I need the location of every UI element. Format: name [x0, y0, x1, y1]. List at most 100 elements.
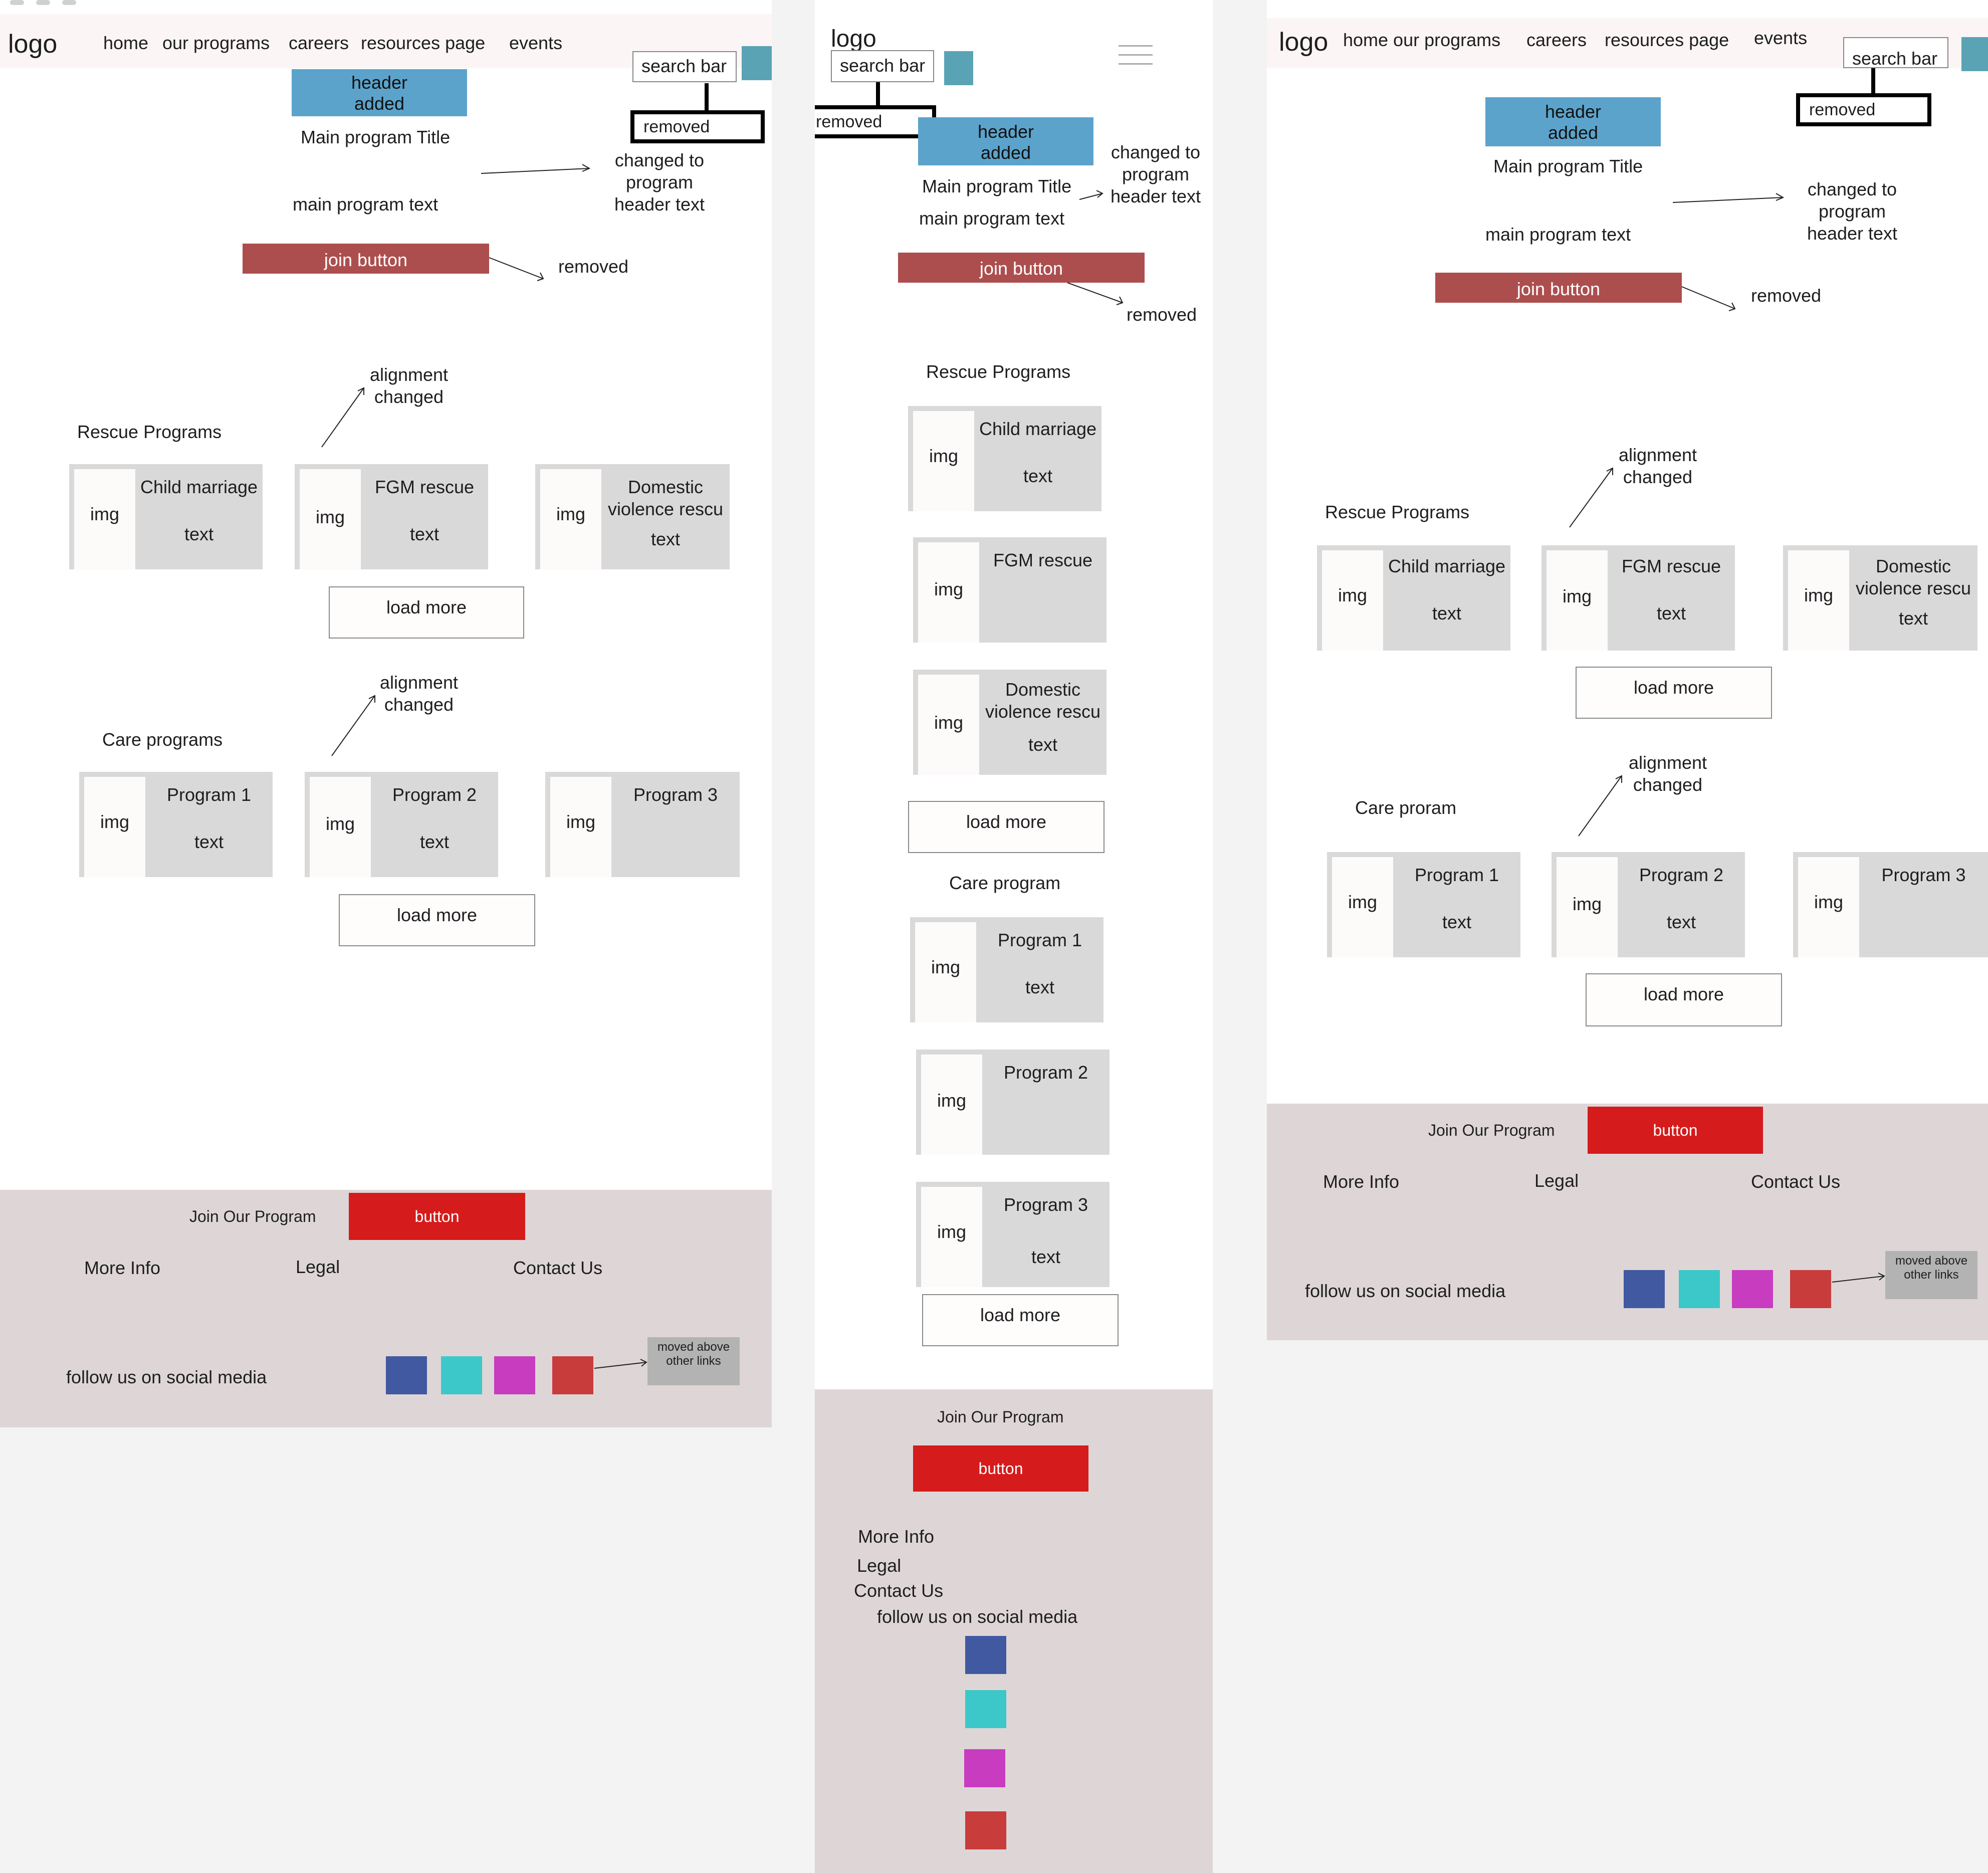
instagram-icon[interactable] — [1732, 1270, 1773, 1308]
search-button[interactable] — [742, 46, 772, 80]
tablet-rescue-load-more[interactable]: load more — [1576, 667, 1772, 719]
card-title: Domestic violence rescu — [1855, 556, 1971, 598]
card-text: text — [1028, 734, 1058, 755]
menu-line — [1119, 45, 1153, 47]
rescue-load-more-button[interactable]: load more — [329, 586, 524, 639]
tablet-nav-home-programs[interactable]: home our programs — [1343, 30, 1500, 50]
tablet-contact-link[interactable]: Contact Us — [1751, 1172, 1840, 1192]
card-text: text — [1898, 608, 1928, 629]
mobile-contact-link[interactable]: Contact Us — [854, 1581, 943, 1601]
card-img-label: img — [937, 1090, 966, 1111]
tablet-nav-events[interactable]: events — [1754, 28, 1807, 48]
tablet-care-card[interactable]: img Program 2 text — [1552, 852, 1745, 957]
window-dot — [10, 0, 24, 5]
mobile-search-button[interactable] — [944, 51, 973, 85]
twitter-icon[interactable] — [1679, 1270, 1720, 1308]
card-text: text — [194, 831, 224, 852]
facebook-icon[interactable] — [386, 1356, 427, 1394]
card-img-label: img — [934, 579, 963, 599]
tablet-join-button[interactable]: join button — [1435, 273, 1682, 303]
logo[interactable]: logo — [8, 30, 57, 59]
changed-annotation: changed to program header text — [614, 150, 705, 215]
tablet-care-load-more[interactable]: load more — [1586, 973, 1782, 1026]
menu-line — [1119, 63, 1153, 65]
mobile-footer-join-label: Join Our Program — [937, 1408, 1064, 1426]
footer-legal-link[interactable]: Legal — [296, 1257, 340, 1277]
removed-join-annotation: removed — [558, 256, 629, 277]
nav-resources-link[interactable]: resources page — [361, 33, 485, 53]
nav-events-link[interactable]: events — [509, 33, 562, 53]
instagram-icon[interactable] — [964, 1749, 1005, 1787]
tablet-nav-resources[interactable]: resources page — [1605, 30, 1729, 50]
menu-icon[interactable] — [1119, 45, 1153, 67]
mobile-rescue-card[interactable]: img FGM rescue — [913, 537, 1107, 643]
changed-arrow — [481, 168, 590, 174]
tablet-care-heading: Care proram — [1355, 797, 1457, 818]
search-bar[interactable]: search bar — [632, 51, 737, 82]
window-dot — [36, 0, 50, 5]
nav-our-programs-link[interactable]: our programs — [162, 33, 270, 53]
main-program-title: Main program Title — [301, 127, 451, 147]
nav-careers-link[interactable]: careers — [289, 33, 349, 53]
mobile-rescue-card[interactable]: img Child marriage text — [908, 406, 1101, 511]
card-img-label: img — [1562, 586, 1592, 606]
footer-more-info-link[interactable]: More Info — [84, 1258, 160, 1278]
youtube-icon[interactable] — [965, 1811, 1006, 1849]
mobile-legal-link[interactable]: Legal — [857, 1556, 901, 1576]
rescue-card[interactable]: img FGM rescue text — [295, 464, 488, 569]
rescue-card[interactable]: img Child marriage text — [69, 464, 263, 569]
tablet-care-card[interactable]: img Program 3 — [1793, 852, 1988, 957]
nav-home-link[interactable]: home — [103, 33, 148, 53]
tablet-more-info-link[interactable]: More Info — [1323, 1172, 1399, 1192]
mobile-rescue-load-more[interactable]: load more — [908, 801, 1105, 853]
tablet-rescue-card[interactable]: img Domestic violence rescu text — [1783, 545, 1977, 651]
facebook-icon[interactable] — [965, 1636, 1006, 1674]
card-image: img — [540, 469, 601, 569]
card-title: Program 1 — [1414, 865, 1499, 885]
care-load-more-button[interactable]: load more — [339, 894, 535, 946]
youtube-icon[interactable] — [552, 1356, 593, 1394]
card-image: img — [1332, 857, 1393, 957]
mobile-logo[interactable]: logo — [831, 26, 876, 53]
card-text: text — [1031, 1246, 1061, 1267]
care-card[interactable]: img Program 2 text — [305, 772, 498, 877]
card-image: img — [918, 542, 979, 643]
tablet-nav-careers[interactable]: careers — [1526, 30, 1587, 50]
tablet-logo[interactable]: logo — [1279, 28, 1328, 57]
care-card[interactable]: img Program 1 text — [79, 772, 273, 877]
mobile-more-info-link[interactable]: More Info — [858, 1527, 934, 1547]
mobile-care-card[interactable]: img Program 2 — [916, 1050, 1110, 1155]
tablet-legal-link[interactable]: Legal — [1534, 1171, 1579, 1191]
twitter-icon[interactable] — [441, 1356, 482, 1394]
card-title: Child marriage — [1388, 556, 1506, 576]
card-title: Child marriage — [979, 419, 1097, 439]
care-programs-heading: Care programs — [102, 729, 223, 750]
card-text: text — [1432, 603, 1462, 623]
mobile-care-card[interactable]: img Program 3 text — [916, 1182, 1110, 1287]
care-card[interactable]: img Program 3 — [545, 772, 740, 877]
footer-join-button[interactable]: button — [349, 1193, 525, 1240]
tablet-rescue-card[interactable]: img FGM rescue text — [1541, 545, 1735, 651]
facebook-icon[interactable] — [1624, 1270, 1665, 1308]
window-dot — [62, 0, 76, 5]
footer-contact-link[interactable]: Contact Us — [513, 1258, 602, 1278]
tablet-search-bar[interactable]: search bar — [1843, 37, 1948, 68]
instagram-icon[interactable] — [494, 1356, 535, 1394]
mobile-footer-button[interactable]: button — [913, 1445, 1088, 1492]
tablet-removed-arrow — [1681, 286, 1735, 309]
rescue-card[interactable]: img Domestic violence rescu text — [535, 464, 730, 569]
mobile-rescue-card[interactable]: img Domestic violence rescu text — [913, 670, 1107, 775]
card-img-label: img — [566, 811, 595, 832]
mobile-search-bar[interactable]: search bar — [831, 50, 934, 82]
join-button[interactable]: join button — [243, 244, 489, 274]
youtube-icon[interactable] — [1790, 1270, 1831, 1308]
tablet-search-button[interactable] — [1961, 37, 1988, 71]
mobile-care-card[interactable]: img Program 1 text — [910, 917, 1103, 1022]
mobile-care-load-more[interactable]: load more — [922, 1294, 1119, 1346]
mobile-join-button[interactable]: join button — [898, 253, 1145, 283]
tablet-footer-button[interactable]: button — [1588, 1107, 1763, 1154]
tablet-care-card[interactable]: img Program 1 text — [1327, 852, 1520, 957]
tablet-rescue-card[interactable]: img Child marriage text — [1317, 545, 1510, 651]
twitter-icon[interactable] — [965, 1690, 1006, 1728]
mobile-changed-annotation: changed to program header text — [1110, 142, 1201, 206]
